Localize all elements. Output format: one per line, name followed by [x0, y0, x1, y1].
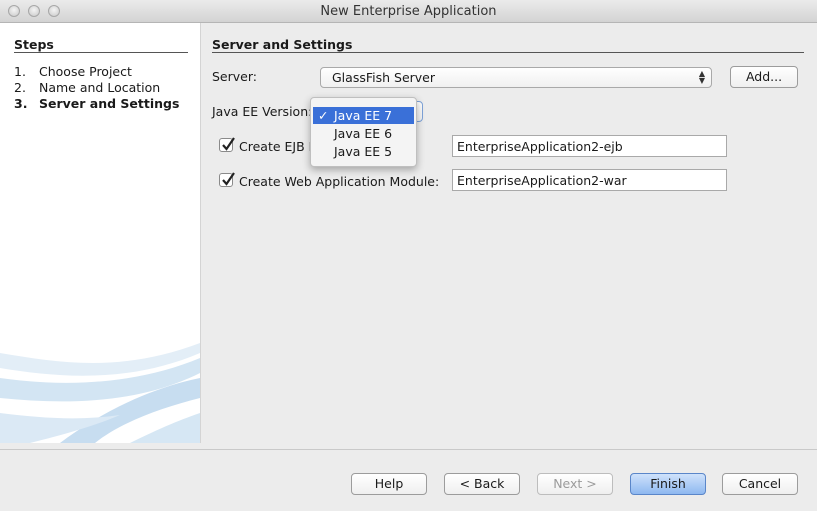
- create-ejb-module-label: Create EJB M: [239, 139, 320, 154]
- menu-item-label: Java EE 5: [334, 144, 393, 159]
- step-label: Server and Settings: [39, 96, 180, 111]
- step-server-and-settings: 3. Server and Settings: [14, 96, 179, 111]
- add-server-button[interactable]: Add...: [730, 66, 798, 88]
- wizard-swoosh-graphic: [0, 343, 200, 443]
- ejb-module-name-field[interactable]: EnterpriseApplication2-ejb: [452, 135, 727, 157]
- sidebar-divider: [200, 23, 201, 443]
- menu-item-label: Java EE 7: [334, 108, 393, 123]
- window-title: New Enterprise Application: [320, 4, 497, 19]
- step-name-and-location: 2. Name and Location: [14, 80, 160, 95]
- step-number: 3.: [14, 96, 28, 111]
- menu-item-label: Java EE 6: [334, 126, 393, 141]
- web-module-name-field[interactable]: EnterpriseApplication2-war: [452, 169, 727, 191]
- checkmark-icon: [222, 172, 235, 186]
- panel-title-divider: [212, 52, 804, 53]
- create-ejb-module-checkbox[interactable]: [219, 137, 235, 152]
- next-button[interactable]: Next >: [537, 473, 613, 495]
- cancel-button[interactable]: Cancel: [722, 473, 798, 495]
- checkmark-icon: [222, 137, 235, 151]
- button-bar-divider: [0, 449, 817, 450]
- server-select[interactable]: GlassFish Server ▲ ▼: [320, 67, 712, 88]
- steps-divider: [14, 52, 188, 53]
- step-label: Choose Project: [39, 64, 132, 79]
- step-label: Name and Location: [39, 80, 161, 95]
- back-button[interactable]: < Back: [444, 473, 520, 495]
- menu-item-javaee-5[interactable]: Java EE 5: [313, 143, 414, 160]
- javaee-version-label: Java EE Version:: [212, 104, 313, 119]
- menu-item-javaee-6[interactable]: Java EE 6: [313, 125, 414, 142]
- title-bar: New Enterprise Application: [0, 0, 817, 23]
- step-choose-project: 1. Choose Project: [14, 64, 132, 79]
- steps-sidebar: Steps 1. Choose Project 2. Name and Locati…: [0, 23, 200, 443]
- step-number: 1.: [14, 64, 26, 79]
- step-number: 2.: [14, 80, 26, 95]
- server-select-value: GlassFish Server: [332, 70, 435, 85]
- help-button[interactable]: Help: [351, 473, 427, 495]
- javaee-version-dropdown-menu: ✓ Java EE 7 Java EE 6 Java EE 5: [310, 97, 417, 167]
- finish-button[interactable]: Finish: [630, 473, 706, 495]
- select-arrows-icon: ▲ ▼: [698, 69, 705, 85]
- server-label: Server:: [212, 69, 257, 84]
- panel-title: Server and Settings: [212, 37, 353, 52]
- selected-check-icon: ✓: [318, 108, 329, 123]
- menu-item-javaee-7[interactable]: ✓ Java EE 7: [313, 107, 414, 124]
- dialog-window: New Enterprise Application Steps 1. Choos…: [0, 0, 817, 511]
- steps-heading: Steps: [14, 37, 54, 52]
- create-web-module-checkbox[interactable]: [219, 172, 235, 187]
- create-web-module-label: Create Web Application Module:: [239, 174, 440, 189]
